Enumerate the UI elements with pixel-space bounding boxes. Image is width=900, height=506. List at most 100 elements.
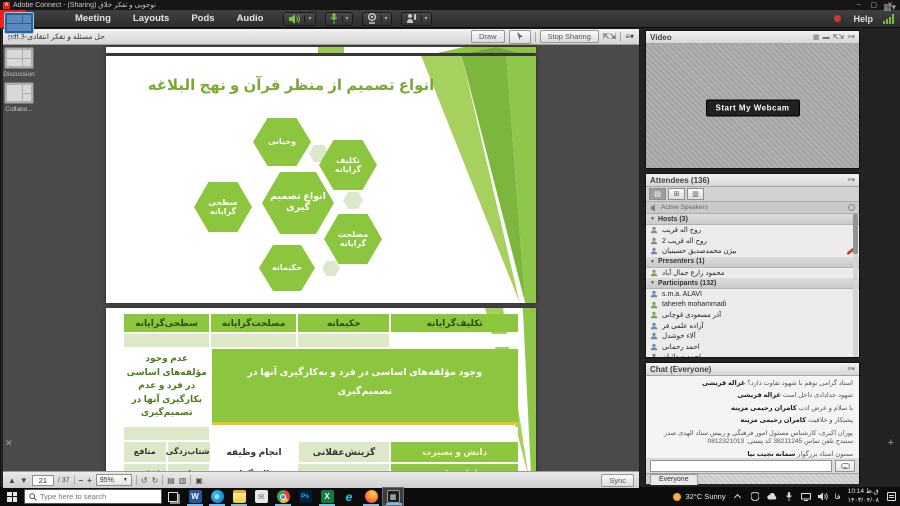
- previous-page-icon[interactable]: ▲: [8, 475, 16, 486]
- speaker-dropdown-icon[interactable]: ▾: [304, 15, 314, 22]
- help-link[interactable]: Help: [853, 14, 873, 24]
- gear-icon[interactable]: [848, 204, 855, 211]
- task-view-button[interactable]: [162, 487, 184, 506]
- tab-everyone[interactable]: Everyone: [650, 474, 698, 485]
- participants-section-header[interactable]: ▼Participants (132): [646, 278, 859, 289]
- scrollbar-thumb[interactable]: [853, 214, 858, 254]
- start-button[interactable]: [0, 487, 24, 506]
- taskbar-app-ie[interactable]: e: [338, 487, 360, 506]
- menu-audio[interactable]: Audio: [226, 10, 275, 28]
- speaker-button[interactable]: ▾: [283, 12, 315, 26]
- menu-pods[interactable]: Pods: [180, 10, 225, 28]
- tray-chevron-icon[interactable]: [733, 492, 743, 502]
- slide-page-previous: [106, 47, 536, 53]
- taskbar-weather[interactable]: 32°C Sunny: [673, 492, 725, 501]
- tray-volume-icon[interactable]: [818, 492, 828, 502]
- rotate-right-icon[interactable]: ↻: [152, 475, 159, 486]
- share-pod-menu-icon[interactable]: ≡▾: [625, 31, 634, 42]
- grid-view-icon[interactable]: ▦: [813, 33, 820, 41]
- next-page-icon[interactable]: ▼: [20, 475, 28, 486]
- fullscreen-toggle-icon[interactable]: ▣: [195, 475, 203, 486]
- layout-sharing-thumbnail[interactable]: [4, 12, 34, 34]
- webcam-dropdown-icon[interactable]: ▾: [381, 15, 391, 22]
- draw-button[interactable]: Draw: [471, 30, 505, 43]
- zoom-out-icon[interactable]: −: [79, 475, 84, 486]
- start-webcam-button[interactable]: Start My Webcam: [705, 100, 799, 117]
- layouts-panel-menu-icon[interactable]: ▦▾: [883, 2, 896, 13]
- attendee-row[interactable]: آلاء خوشدل: [646, 331, 859, 342]
- layout-discussion-thumbnail[interactable]: [4, 47, 34, 69]
- rotate-left-icon[interactable]: ↺: [141, 475, 148, 486]
- tray-display-icon[interactable]: [801, 492, 811, 502]
- window-title: نوجویی و تفکر خلاق (Sharing) - Adobe Con…: [13, 1, 156, 9]
- attendee-row[interactable]: آزاده علمی فر: [646, 321, 859, 332]
- chat-pod-menu-icon[interactable]: ≡▾: [847, 365, 855, 373]
- video-pod-header: Video ▦ ▬ ⇱⇲ ≡▾: [646, 31, 859, 44]
- action-center-icon[interactable]: [886, 492, 896, 502]
- layout-collaboration-thumbnail[interactable]: [4, 82, 34, 104]
- attendee-row[interactable]: روح اله قریب: [646, 225, 859, 236]
- attendee-row[interactable]: احمد صفائیان: [646, 352, 859, 357]
- tray-cloud-icon[interactable]: [767, 492, 777, 502]
- taskbar-app-edge[interactable]: e: [206, 487, 228, 506]
- fit-page-icon[interactable]: ▤: [167, 475, 175, 486]
- presenters-section-header[interactable]: ▼Presenters (1): [646, 257, 859, 268]
- filmstrip-view-icon[interactable]: ▬: [823, 34, 830, 41]
- microphone-button[interactable]: ▾: [325, 12, 353, 26]
- video-pod-menu-icon[interactable]: ≡▾: [847, 33, 855, 41]
- connection-signal-icon[interactable]: [883, 14, 894, 24]
- close-layout-icon[interactable]: ✕: [5, 438, 13, 449]
- status-view-icon[interactable]: ▥: [687, 188, 704, 200]
- microphone-dropdown-icon[interactable]: ▾: [342, 15, 352, 22]
- table-cell: منافع مادی: [124, 442, 166, 462]
- fullscreen-icon[interactable]: ⇱⇲: [603, 31, 616, 42]
- attendee-row[interactable]: آذر مسعودی قوچانی: [646, 310, 859, 321]
- attendee-list-view-icon[interactable]: ▤: [649, 188, 666, 200]
- menu-layouts[interactable]: Layouts: [122, 10, 180, 28]
- attendee-row[interactable]: روح اله قریب 2: [646, 236, 859, 247]
- page-number-input[interactable]: [32, 475, 54, 486]
- zoom-in-icon[interactable]: +: [87, 475, 92, 486]
- chat-input[interactable]: [650, 460, 832, 472]
- send-message-button[interactable]: [835, 460, 855, 472]
- breakout-view-icon[interactable]: ⊞: [668, 188, 685, 200]
- attendees-pod-menu-icon[interactable]: ≡▾: [847, 176, 855, 184]
- taskbar-app-adobe-connect[interactable]: ▦: [382, 487, 404, 506]
- attendee-row[interactable]: بیژن محمدصدیق حسینیان: [646, 246, 859, 257]
- taskbar-app-mail[interactable]: ✉: [250, 487, 272, 506]
- attendees-scrollbar[interactable]: [853, 214, 858, 357]
- taskbar-app-firefox[interactable]: [360, 487, 382, 506]
- taskbar-app-photoshop[interactable]: Ps: [294, 487, 316, 506]
- stop-sharing-button[interactable]: Stop Sharing: [540, 30, 599, 43]
- tray-language-indicator[interactable]: فا: [835, 492, 841, 501]
- add-layout-icon[interactable]: +: [888, 437, 894, 449]
- fit-width-icon[interactable]: ▥: [179, 475, 187, 486]
- taskbar-search[interactable]: [24, 489, 162, 504]
- document-viewer[interactable]: انواع تصمیم از منظر قرآن و نهج البلاغه و…: [3, 45, 639, 471]
- taskbar-app-excel[interactable]: X: [316, 487, 338, 506]
- taskbar-app-explorer[interactable]: [228, 487, 250, 506]
- hosts-section-header[interactable]: ▼Hosts (3): [646, 214, 859, 225]
- page-total-label: / 37: [58, 475, 70, 486]
- taskbar-app-chrome[interactable]: [272, 487, 294, 506]
- table-cell: انجام وظیفه: [212, 442, 297, 462]
- taskbar-clock[interactable]: 10:14 ق.ظ ۱۴۰۳/۰۴/۰۸: [847, 488, 879, 504]
- pointer-tool-button[interactable]: [509, 30, 531, 44]
- sync-button[interactable]: Sync: [601, 474, 634, 487]
- raise-hand-button[interactable]: ▾: [401, 12, 432, 26]
- search-input[interactable]: [40, 492, 150, 501]
- menu-meeting[interactable]: Meeting: [64, 10, 122, 28]
- attendee-row[interactable]: محمود زارع جمال آباد: [646, 268, 859, 279]
- maximize-icon[interactable]: ▢: [871, 1, 878, 9]
- taskbar-app-word[interactable]: W: [184, 487, 206, 506]
- attendee-row[interactable]: s.m.a. ALAVI: [646, 289, 859, 300]
- raise-hand-dropdown-icon[interactable]: ▾: [421, 15, 431, 22]
- zoom-level-select[interactable]: 95%▼: [96, 474, 132, 486]
- tray-microphone-icon[interactable]: [784, 492, 794, 502]
- minimize-icon[interactable]: –: [857, 1, 861, 9]
- webcam-button[interactable]: ▾: [362, 12, 392, 26]
- video-fullscreen-icon[interactable]: ⇱⇲: [833, 33, 845, 41]
- attendee-row[interactable]: tahereh mohammadi: [646, 300, 859, 311]
- tray-security-icon[interactable]: [750, 492, 760, 502]
- attendee-row[interactable]: احمد رحمانی: [646, 342, 859, 353]
